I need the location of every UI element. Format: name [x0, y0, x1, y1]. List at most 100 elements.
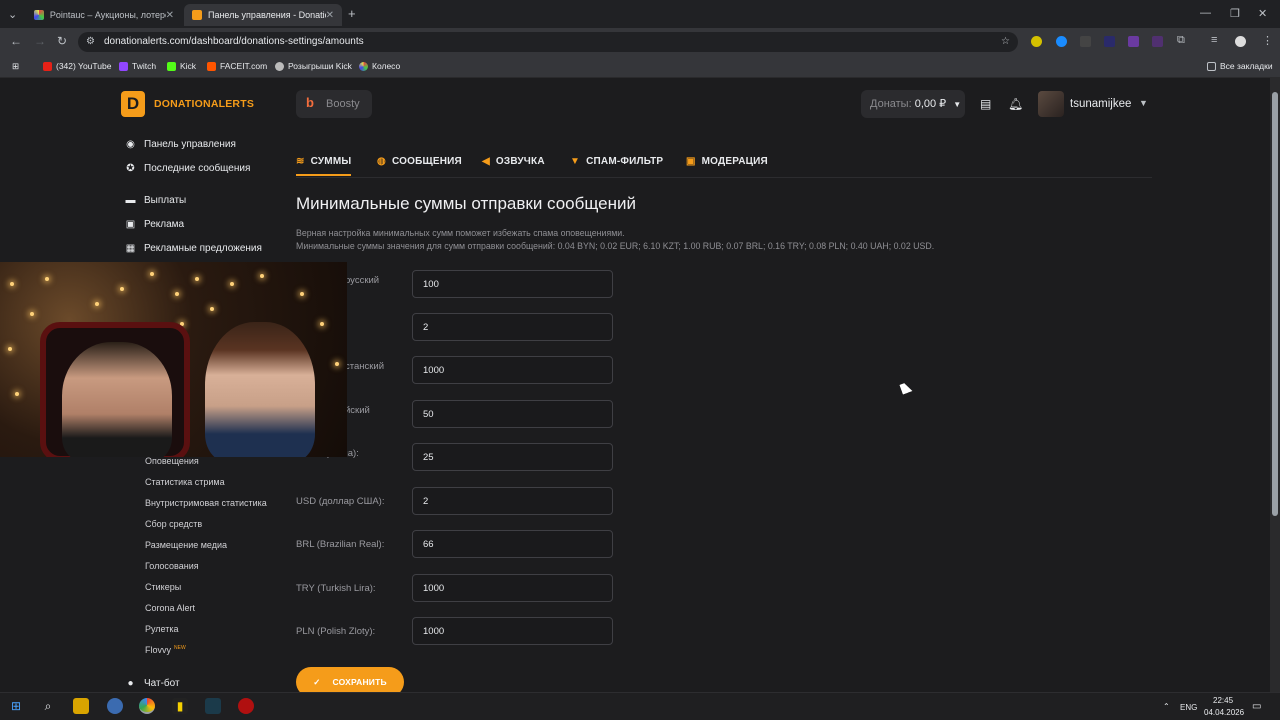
bookmark-kick[interactable]: Kick	[167, 61, 196, 71]
tab-messages[interactable]: ◍ СООБЩЕНИЯ	[377, 156, 462, 167]
amount-input-kzt[interactable]	[412, 356, 613, 384]
all-bookmarks[interactable]: Все закладки	[1207, 61, 1273, 71]
briefcase-icon: ▦	[125, 243, 136, 254]
chrome-icon[interactable]	[139, 698, 155, 714]
apps-grid-icon[interactable]: ⊞	[12, 61, 19, 72]
bookmark-wheel[interactable]: Колесо	[359, 61, 400, 71]
tab-search-icon[interactable]: ⌄	[8, 8, 17, 21]
filter-icon: ▼	[570, 156, 581, 167]
sidebar-item-fundraising[interactable]: Сбор средств	[145, 519, 202, 529]
restore-icon[interactable]: ❐	[1230, 7, 1240, 20]
news-icon[interactable]: ▤	[980, 97, 994, 111]
sidebar-item-flovvy[interactable]: Flovvy NEW	[145, 645, 186, 655]
bookmark-twitch[interactable]: Twitch	[119, 61, 156, 71]
username[interactable]: tsunamijkee	[1070, 98, 1131, 110]
site-info-icon[interactable]: ⚙	[86, 32, 95, 52]
browser-menu-icon[interactable]: ⋮	[1262, 34, 1273, 47]
extension-icon[interactable]	[1152, 36, 1163, 47]
tab-pointauc[interactable]: Pointauc – Аукционы, лотереи ✕	[26, 4, 182, 26]
forward-icon[interactable]: →	[34, 34, 46, 48]
webcam-overlay	[0, 262, 347, 457]
extension-icon[interactable]	[1080, 36, 1091, 47]
reload-icon[interactable]: ↻	[57, 34, 67, 48]
streamer-person	[62, 342, 172, 457]
extension-icon[interactable]	[1104, 36, 1115, 47]
extension-icon[interactable]	[1031, 36, 1042, 47]
amount-input-eur[interactable]	[412, 313, 613, 341]
sidebar-item-stream-stats[interactable]: Статистика стрима	[145, 477, 225, 487]
close-tab-icon[interactable]: ✕	[326, 10, 334, 21]
tab-donationalerts[interactable]: Панель управления - Donatio ✕	[184, 4, 342, 26]
amount-input-pln[interactable]	[412, 617, 613, 645]
browser-tab-strip: ⌄ Pointauc – Аукционы, лотереи ✕ Панель …	[0, 0, 1280, 28]
bookmark-kick-giveaways[interactable]: Розыгрыши Kick	[275, 61, 352, 71]
avatar[interactable]	[1038, 91, 1064, 117]
notification-center-icon[interactable]: ▭	[1252, 701, 1261, 712]
app-icon[interactable]: ▮	[172, 698, 188, 714]
windows-start-icon[interactable]: ⊞	[8, 698, 24, 714]
bookmark-youtube[interactable]: (342) YouTube	[43, 61, 111, 71]
description-text: Верная настройка минимальных сумм поможе…	[296, 228, 625, 238]
file-explorer-icon[interactable]	[73, 698, 89, 714]
sidebar-item-last-messages[interactable]: ✪ Последние сообщения	[125, 163, 250, 174]
logo-text[interactable]: DONATIONALERTS	[154, 98, 254, 110]
extension-icon[interactable]	[1056, 36, 1067, 47]
close-tab-icon[interactable]: ✕	[166, 10, 174, 21]
amount-input-try[interactable]	[412, 574, 613, 602]
save-button[interactable]: ✓ СОХРАНИТЬ	[296, 667, 404, 692]
tab-spam-filter[interactable]: ▼ СПАМ-ФИЛЬТР	[570, 156, 663, 167]
new-tab-button[interactable]: +	[348, 6, 356, 21]
search-icon[interactable]: ⌕	[40, 698, 56, 714]
tab-title: Pointauc – Аукционы, лотереи	[49, 10, 166, 20]
description-min-values: Минимальные суммы значения для сумм отпр…	[296, 241, 935, 251]
tab-moderation[interactable]: ▣ МОДЕРАЦИЯ	[686, 156, 768, 167]
sidebar-item-stickers[interactable]: Стикеры	[145, 582, 181, 592]
sidebar-item-ad-offers[interactable]: ▦ Рекламные предложения	[125, 243, 262, 254]
sidebar-item-polls[interactable]: Голосования	[145, 561, 199, 571]
close-window-icon[interactable]: ✕	[1258, 7, 1267, 20]
mouse-cursor-icon	[899, 381, 913, 395]
donations-balance-dropdown[interactable]: Донаты: 0,00 ₽ ▼	[861, 90, 965, 118]
clock-date[interactable]: 04.04.2026	[1204, 708, 1244, 717]
sidebar-item-instream-stats[interactable]: Внутристримовая статистика	[145, 498, 267, 508]
notifications-bell-icon[interactable]: 🔔︎	[1008, 97, 1023, 111]
donationalerts-logo-icon[interactable]: D	[121, 91, 145, 117]
message-icon: ◍	[377, 156, 386, 167]
clock-time[interactable]: 22:45	[1213, 696, 1233, 705]
address-bar[interactable]: ⚙ donationalerts.com/dashboard/donations…	[78, 32, 1018, 52]
sidebar-item-corona-alert[interactable]: Corona Alert	[145, 603, 195, 613]
bookmark-star-icon[interactable]: ☆	[1001, 32, 1010, 52]
language-indicator[interactable]: ENG	[1180, 703, 1197, 712]
amount-input-byn[interactable]	[412, 400, 613, 428]
sidebar-item-media[interactable]: Размещение медиа	[145, 540, 227, 550]
amount-input-rub[interactable]	[412, 270, 613, 298]
tab-voice[interactable]: ◀ ОЗВУЧКА	[482, 156, 545, 167]
tab-amounts[interactable]: ≋ СУММЫ	[296, 156, 352, 176]
obs-icon[interactable]	[238, 698, 254, 714]
amount-input-uah[interactable]	[412, 443, 613, 471]
sidebar-item-roulette[interactable]: Рулетка	[145, 624, 179, 634]
sidebar-item-alerts[interactable]: Оповещения	[145, 456, 199, 466]
stack-icon: ≋	[296, 156, 305, 167]
amount-input-brl[interactable]	[412, 530, 613, 558]
chevron-down-icon[interactable]: ▼	[1139, 98, 1148, 108]
donations-label: Донаты:	[870, 98, 912, 110]
terminal-icon[interactable]	[205, 698, 221, 714]
sidebar-item-dashboard[interactable]: ◉ Панель управления	[125, 139, 236, 150]
sidebar-item-ads[interactable]: ▣ Реклама	[125, 219, 184, 230]
back-icon[interactable]: ←	[10, 34, 22, 48]
scrollbar-thumb[interactable]	[1272, 92, 1278, 516]
tray-chevron-icon[interactable]: ⌃	[1163, 702, 1170, 711]
bookmark-faceit[interactable]: FACEIT.com	[207, 61, 267, 71]
minimize-icon[interactable]: —	[1200, 7, 1211, 19]
media-control-icon[interactable]: ≡	[1211, 34, 1217, 46]
app-icon[interactable]	[107, 698, 123, 714]
extensions-puzzle-icon[interactable]: ⧉	[1177, 34, 1185, 47]
extension-icon[interactable]	[1128, 36, 1139, 47]
sidebar-item-payouts[interactable]: ▬ Выплаты	[125, 195, 187, 206]
donations-value: 0,00 ₽	[914, 98, 947, 110]
profile-avatar-icon[interactable]	[1235, 36, 1246, 47]
field-label: USD (доллар США):	[296, 496, 385, 507]
amount-input-usd[interactable]	[412, 487, 613, 515]
sidebar-item-chat-bot[interactable]: ● Чат-бот	[125, 678, 179, 689]
